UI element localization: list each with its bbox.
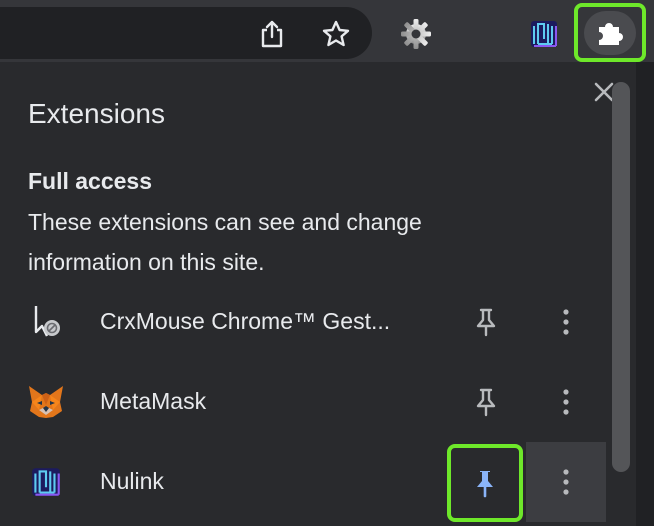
extensions-menu-button[interactable] xyxy=(574,3,646,62)
extension-row-metamask[interactable]: MetaMask xyxy=(0,362,606,442)
nulink-icon xyxy=(32,468,60,496)
more-options-button[interactable] xyxy=(526,442,606,522)
pin-button[interactable] xyxy=(466,382,506,422)
panel-title: Extensions xyxy=(28,98,165,129)
crxmouse-icon xyxy=(34,306,60,337)
extension-name: Nulink xyxy=(100,468,164,494)
share-button[interactable] xyxy=(252,14,292,54)
extension-name: MetaMask xyxy=(100,388,207,414)
bookmark-star-button[interactable] xyxy=(316,14,356,54)
more-vert-icon xyxy=(563,469,569,495)
metamask-fox-icon xyxy=(29,386,63,418)
pin-button[interactable] xyxy=(466,302,506,342)
browser-toolbar xyxy=(0,0,654,62)
settings-icon xyxy=(401,19,431,49)
more-vert-icon xyxy=(563,309,569,335)
section-title: Full access xyxy=(28,168,153,194)
pin-outline-icon xyxy=(476,308,496,337)
more-options-button[interactable] xyxy=(526,362,606,442)
share-icon xyxy=(261,20,283,48)
nulink-icon xyxy=(531,21,557,47)
scrollbar-thumb[interactable] xyxy=(612,82,630,472)
pin-filled-icon xyxy=(477,471,493,498)
section-description: These extensions can see and change info… xyxy=(28,209,422,275)
puzzle-icon xyxy=(599,22,623,45)
extension-name: CrxMouse Chrome™ Gest... xyxy=(100,308,391,334)
more-vert-icon xyxy=(563,389,569,415)
pin-outline-icon xyxy=(476,388,496,417)
close-icon xyxy=(594,82,614,102)
more-options-button[interactable] xyxy=(526,282,606,362)
extension-row-crxmouse[interactable]: CrxMouse Chrome™ Gest... xyxy=(0,282,606,362)
star-icon xyxy=(322,20,350,47)
settings-extension-button[interactable] xyxy=(396,14,436,54)
nulink-toolbar-button[interactable] xyxy=(524,14,564,54)
extension-row-nulink[interactable]: Nulink xyxy=(0,442,606,522)
pin-button-pinned[interactable] xyxy=(447,444,523,522)
extensions-popup: Extensions Full access These extensions … xyxy=(0,62,636,526)
